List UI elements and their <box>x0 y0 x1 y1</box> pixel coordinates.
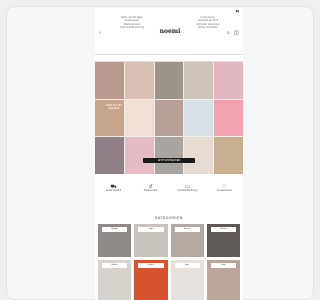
usp-row: ⛟ Gratis Versand ↺ Rückversand ▭ Kauf auf Rec… <box>95 184 243 202</box>
hero-photo[interactable] <box>124 137 154 174</box>
header-left-line: Kauf auf Rechnung <box>120 26 144 30</box>
hero-photo[interactable] <box>214 99 243 137</box>
hero-photo[interactable] <box>124 99 154 137</box>
mobile-page[interactable]: ▮▮ ‹ Mehr als 20 Tage kostenloser Rückve… <box>95 8 243 300</box>
hero-photo[interactable] <box>154 99 184 137</box>
category-label: Kleider <box>102 227 128 232</box>
category-tile[interactable]: Sets <box>170 260 204 300</box>
brand-logo[interactable]: noemi <box>153 28 187 35</box>
cart-icon[interactable]: ◫ <box>234 31 239 36</box>
category-tile[interactable]: Kleider <box>98 224 132 257</box>
promo-bar[interactable]: Neue Kollektion jetzt entdecken <box>95 54 243 69</box>
hero-photo[interactable] <box>95 62 124 99</box>
hero-caption-line: SEASON <box>108 107 120 111</box>
category-label: Röcke <box>102 263 128 268</box>
usp-label: Kauf auf Rechnung <box>177 190 198 192</box>
category-tile[interactable]: Strick <box>134 260 168 300</box>
battery-indicator: ▮▮ <box>235 9 239 13</box>
category-grid: Kleider Tops Hosen Jacken Röcke Strick Sets Sal… <box>98 224 240 300</box>
search-icon[interactable]: ⌕ <box>227 31 230 36</box>
hero-photo[interactable] <box>95 137 124 174</box>
hero-cta-button[interactable]: JETZT ENTDECKEN <box>143 158 195 163</box>
usp-item: ⛟ Gratis Versand <box>99 184 129 202</box>
hero-caption: NEW IN THIS SEASON <box>101 104 127 111</box>
back-chevron-icon[interactable]: ‹ <box>99 31 101 36</box>
category-label: Sets <box>174 263 200 268</box>
hero-photo[interactable] <box>214 62 243 99</box>
category-label: Sale <box>210 263 236 268</box>
category-tile[interactable]: Hosen <box>170 224 204 257</box>
header-right-line: Sicher bezahlen <box>197 26 219 30</box>
category-tile[interactable]: Jacken <box>206 224 240 257</box>
usp-item: ♡ Kundenservice <box>210 184 240 202</box>
usp-item: ▭ Kauf auf Rechnung <box>173 184 203 202</box>
hero-photo[interactable] <box>154 137 184 174</box>
site-header: ‹ Mehr als 20 Tage kostenloser Rückversa… <box>95 14 243 54</box>
usp-label: Gratis Versand <box>105 190 122 192</box>
categories-title: KATEGORIEN <box>155 216 183 220</box>
header-right-info: Kostenloser Versand ab 50 € Schnelle Lie… <box>191 16 225 30</box>
category-tile[interactable]: Tops <box>134 224 168 257</box>
hero-photo[interactable] <box>124 62 154 99</box>
hero-photo[interactable] <box>154 62 184 99</box>
usp-label: Rückversand <box>143 190 158 192</box>
category-tile[interactable]: Sale <box>206 260 240 300</box>
header-left-info: Mehr als 20 Tage kostenloser Rückversand… <box>115 16 149 30</box>
category-tile[interactable]: Röcke <box>98 260 132 300</box>
hero-photo[interactable] <box>214 137 243 174</box>
category-label: Jacken <box>210 227 236 232</box>
category-label: Strick <box>138 263 164 268</box>
category-label: Tops <box>138 227 164 232</box>
hero-photo[interactable] <box>184 137 214 174</box>
usp-label: Kundenservice <box>216 190 233 192</box>
hero-photo[interactable] <box>184 62 214 99</box>
usp-item: ↺ Rückversand <box>136 184 166 202</box>
category-label: Hosen <box>174 227 200 232</box>
hero-photo[interactable] <box>184 99 214 137</box>
